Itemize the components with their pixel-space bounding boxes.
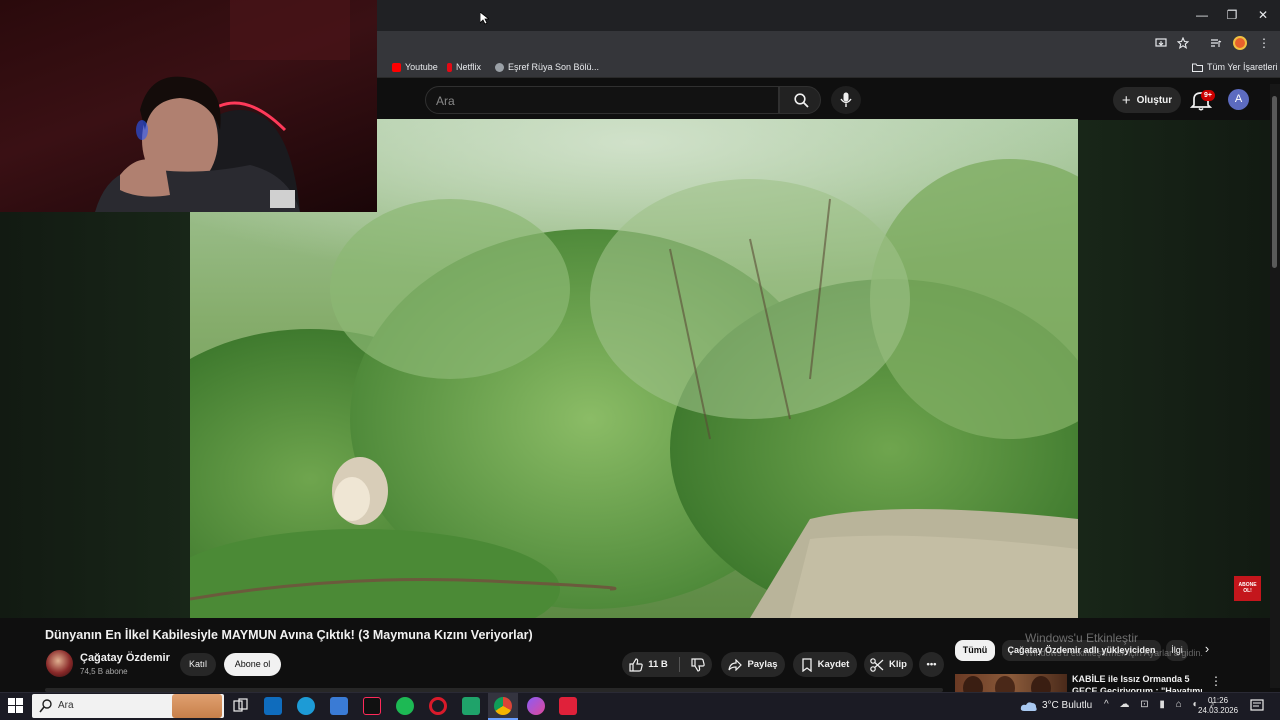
video-title: Dünyanın En İlkel Kabilesiyle MAYMUN Avı… [45, 628, 533, 642]
search-button[interactable] [779, 86, 821, 114]
microphone-icon [840, 92, 852, 107]
search-icon [794, 93, 809, 108]
chrome-icon[interactable] [494, 697, 512, 715]
more-actions-button[interactable]: ••• [919, 652, 944, 677]
red-app-icon[interactable] [559, 697, 577, 715]
plus-icon: + [1121, 91, 1131, 109]
search-input[interactable]: Ara [425, 86, 779, 114]
like-count[interactable]: 11 B [648, 659, 668, 670]
chip-all[interactable]: Tümü [955, 640, 995, 661]
create-label: Oluştur [1136, 94, 1173, 106]
recommended-video-thumbnail[interactable] [955, 674, 1067, 694]
subscribe-button[interactable]: Abone ol [224, 653, 281, 676]
notification-count-badge: 9+ [1201, 90, 1215, 101]
scissors-icon [870, 657, 884, 672]
channel-avatar[interactable] [46, 650, 73, 677]
browser-menu-icon[interactable]: ⋮ [1258, 36, 1270, 50]
edge-icon[interactable] [297, 697, 315, 715]
windows-activation-watermark: Windows'u Etkinleştir [1025, 631, 1138, 645]
abone-ol-badge[interactable]: ABONE OL! [1234, 576, 1261, 601]
opera-icon[interactable] [429, 697, 447, 715]
search-highlight-illustration [172, 694, 222, 718]
all-bookmarks-folder[interactable]: Tüm Yer İşaretleri [1192, 60, 1278, 74]
tiktok-icon[interactable] [363, 697, 381, 715]
like-icon[interactable] [629, 657, 643, 672]
join-button[interactable]: Katıl [180, 653, 216, 676]
scrollbar-thumb[interactable] [1272, 96, 1277, 268]
thumbnail-image [963, 676, 1051, 694]
clip-label: Klip [889, 659, 907, 670]
taskbar-search-icon [39, 699, 52, 713]
all-bookmarks-label: Tüm Yer İşaretleri [1207, 62, 1278, 72]
bookmark-label: Eşref Rüya Son Bölü... [508, 62, 600, 72]
cloud-weather-icon [1020, 702, 1037, 711]
save-button[interactable]: Kaydet [793, 652, 857, 677]
like-dislike-group: 11 B [622, 652, 712, 677]
close-button[interactable]: ✕ [1253, 6, 1273, 24]
windows-activation-hint: Windows'u etkinleştirmek için Ayarlar'a … [1025, 648, 1203, 658]
notification-center-icon[interactable] [1250, 699, 1264, 713]
share-button[interactable]: Paylaş [721, 652, 785, 677]
store-icon[interactable] [330, 697, 348, 715]
clock-time: 01:26 [1208, 696, 1229, 705]
bookmark-esref-ruya[interactable]: Eşref Rüya Son Bölü... [495, 60, 599, 74]
minimize-button[interactable]: — [1192, 6, 1212, 24]
subscriber-count: 74,5 B abone [80, 667, 128, 676]
youtube-icon [392, 62, 401, 72]
spotify-icon[interactable] [396, 697, 414, 715]
netflix-icon [447, 62, 452, 72]
bookmark-star-icon[interactable] [1177, 37, 1189, 49]
bookmark-netflix[interactable]: Netflix [447, 60, 481, 74]
voice-search-button[interactable] [831, 86, 861, 114]
install-app-icon[interactable] [1155, 37, 1167, 49]
site-icon [495, 62, 504, 72]
bookmark-label: Netflix [456, 62, 482, 72]
share-label: Paylaş [747, 659, 778, 670]
like-divider [678, 657, 680, 672]
outlook-icon[interactable] [264, 697, 282, 715]
bookmark-youtube[interactable]: Youtube [392, 60, 438, 74]
weather-text[interactable]: 3°C Bulutlu [1042, 700, 1092, 711]
dislike-icon[interactable] [691, 657, 705, 672]
share-icon [728, 658, 743, 671]
windows-start-icon[interactable] [8, 698, 24, 714]
taskbar-clock[interactable]: 01:26 24.03.2026 [1198, 696, 1238, 716]
task-view-icon[interactable] [231, 697, 249, 715]
clip-button[interactable]: Klip [864, 652, 913, 677]
media-control-icon[interactable] [1210, 37, 1222, 49]
profile-avatar[interactable] [1233, 36, 1247, 50]
save-label: Kaydet [817, 659, 850, 670]
mouse-cursor-icon [480, 12, 489, 25]
bookmark-label: Youtube [405, 62, 438, 72]
webcam-frame [95, 0, 350, 212]
create-button[interactable]: + Oluştur [1113, 87, 1181, 113]
save-bookmark-icon [802, 657, 812, 672]
clock-date: 24.03.2026 [1198, 706, 1239, 715]
green-app-icon[interactable] [462, 697, 480, 715]
account-avatar[interactable]: A [1228, 89, 1249, 110]
folder-icon [1192, 63, 1203, 72]
streamer-webcam-overlay [0, 0, 377, 212]
maximize-button[interactable]: ❐ [1222, 6, 1242, 24]
channel-name[interactable]: Çağatay Özdemir [80, 652, 170, 664]
recommended-video-title[interactable]: KABİLE ile Issız Ormanda 5 [1072, 674, 1202, 684]
recommendation-menu-icon[interactable]: ⋮ [1210, 674, 1222, 688]
messenger-icon[interactable] [527, 697, 545, 715]
